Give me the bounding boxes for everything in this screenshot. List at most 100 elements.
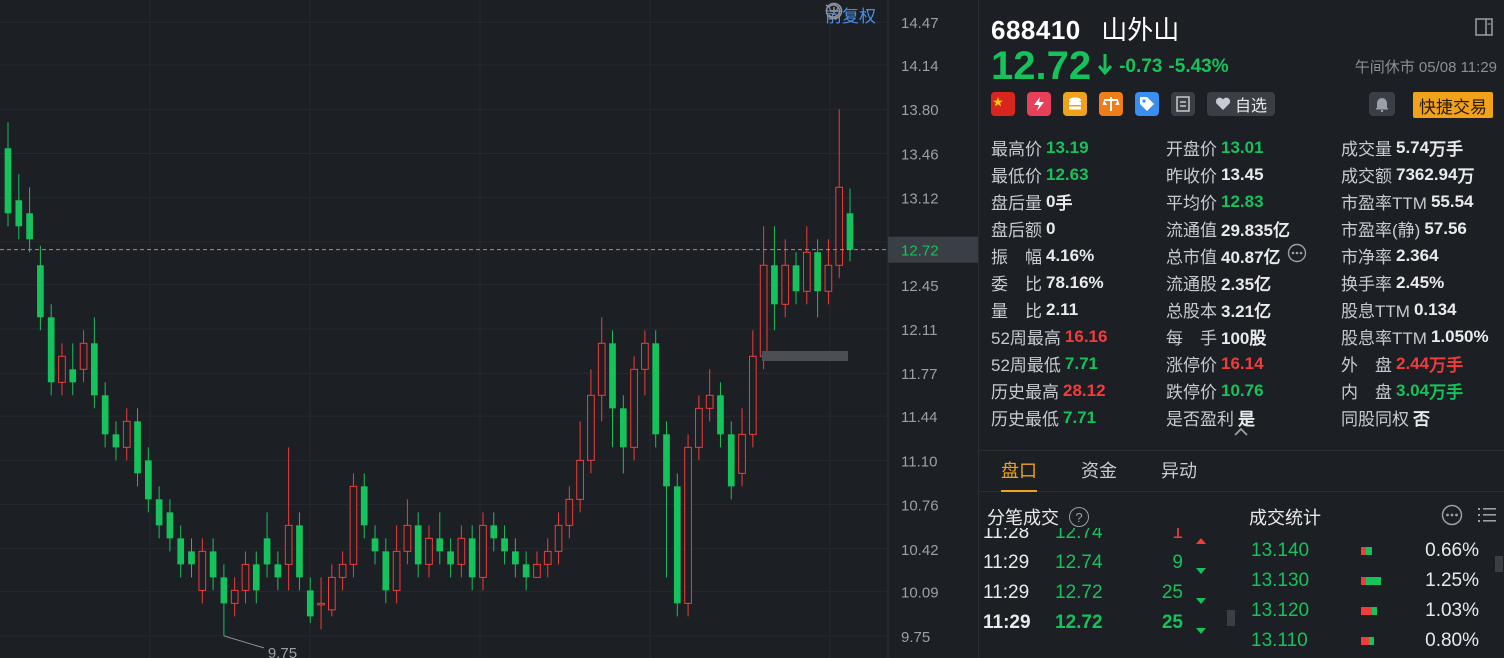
candle-body-up <box>587 394 595 461</box>
china-flag-icon[interactable] <box>991 92 1015 116</box>
stat-label: 历史最低 <box>991 410 1059 429</box>
stat-cell: 昨收价 13.45 <box>1166 162 1341 187</box>
volume-stats-list[interactable]: 13.140 0.66% 13.130 1.25% 13.120 1.03% 13.110 0… <box>1251 538 1491 658</box>
candle-body-down <box>609 343 616 409</box>
y-tick-label: 14.14 <box>901 58 939 75</box>
tag-label-icon[interactable] <box>1135 92 1159 116</box>
stat-label: 外 盘 <box>1341 356 1392 375</box>
bell-icon[interactable] <box>1369 92 1395 116</box>
tick-list[interactable]: 11:28 12.74 1 11:29 12.74 9 11:29 12.72 25 11:29 1… <box>983 528 1219 658</box>
y-tick-label: 11.10 <box>901 453 937 470</box>
stat-cell: 量 比 2.11 <box>991 297 1166 322</box>
candle-body-up <box>576 459 584 500</box>
note-icon[interactable] <box>1171 92 1195 116</box>
help-icon[interactable]: ? <box>1069 507 1089 527</box>
candle-body-down <box>619 408 627 448</box>
scale-icon[interactable] <box>1099 92 1123 116</box>
volstat-pct: 1.25% <box>1425 570 1479 591</box>
kline-svg[interactable]: 14.4714.1413.8013.4613.1212.7812.4512.11… <box>0 0 978 658</box>
stat-label: 每 手 <box>1166 329 1217 348</box>
candle-body-down <box>360 486 368 526</box>
volstat-row: 13.120 1.03% <box>1251 598 1491 628</box>
stat-cell: 成交额 7362.94 万 <box>1341 162 1501 187</box>
volstats-scrollbar[interactable] <box>1495 556 1503 572</box>
stat-label: 跌停价 <box>1166 383 1217 402</box>
stat-value: 否 <box>1413 410 1430 429</box>
candle-body-up <box>695 407 703 448</box>
y-tick-label: 12.11 <box>901 322 937 339</box>
volstat-pct: 0.66% <box>1425 540 1479 561</box>
stat-label: 同股同权 <box>1341 410 1409 429</box>
candle-body-up <box>349 485 358 565</box>
candle-body-down <box>15 200 23 227</box>
volstats-tools <box>1441 504 1497 531</box>
stat-cell: 总市值 40.87亿 <box>1166 243 1341 268</box>
stat-label: 内 盘 <box>1341 383 1392 402</box>
margin-trading-icon[interactable] <box>1063 92 1087 116</box>
stat-label: 历史最高 <box>991 383 1059 402</box>
volstat-row: 13.140 0.66% <box>1251 538 1491 568</box>
candle-body-up <box>824 264 833 292</box>
stat-cell: 流通股 2.35亿 <box>1166 270 1341 295</box>
stat-value: 7.71 <box>1063 407 1097 427</box>
add-watchlist-button[interactable]: 自选 <box>1207 92 1276 116</box>
stat-label: 52周最高 <box>991 329 1061 348</box>
candle-body-up <box>565 498 574 526</box>
stat-row: 历史最高 28.12 跌停价 10.76 内 盘 3.04 万手 <box>991 377 1501 404</box>
candle-body-down <box>47 317 55 383</box>
more-info-icon[interactable] <box>1287 243 1307 268</box>
stock-name: 山外山 <box>1101 15 1180 45</box>
tick-row: 11:29 12.72 25 <box>983 578 1219 608</box>
candle-body-down <box>792 265 800 292</box>
candle-body-down <box>188 551 195 565</box>
candle-body-up <box>425 537 433 565</box>
reset-icon[interactable] <box>825 3 916 24</box>
stat-value: 1.050% <box>1430 326 1489 346</box>
candle-body-up <box>705 394 714 409</box>
tab-2[interactable]: 异动 <box>1139 451 1219 491</box>
stat-unit: 万手 <box>1429 140 1464 159</box>
candle-body-down <box>134 421 141 474</box>
kline-chart[interactable]: 14.4714.1413.8013.4613.1212.7812.4512.11… <box>0 0 978 658</box>
volstat-price: 13.140 <box>1251 540 1310 561</box>
stat-label: 52周最低 <box>991 356 1061 375</box>
hot-concept-icon[interactable] <box>1027 92 1051 116</box>
stat-cell: 历史最低 7.71 <box>991 405 1166 430</box>
stat-cell: 最高价 13.19 <box>991 135 1166 160</box>
stat-value: 0 <box>1046 191 1056 211</box>
tick-scrollbar[interactable] <box>1227 610 1235 626</box>
stat-label: 股息TTM <box>1341 302 1410 321</box>
layout-toggle-icon[interactable] <box>1475 18 1493 41</box>
candle-body-up <box>198 550 207 591</box>
stat-value: 7.71 <box>1064 353 1099 373</box>
candle-body-down <box>468 538 476 578</box>
tick-row: 11:28 12.74 1 <box>983 528 1219 548</box>
candle-body-down <box>177 538 185 565</box>
volstat-row: 13.130 1.25% <box>1251 568 1491 598</box>
stat-label: 市净率 <box>1341 248 1392 267</box>
volstat-price: 13.120 <box>1251 600 1310 621</box>
tab-1[interactable]: 资金 <box>1059 451 1139 491</box>
candle-body-down <box>26 213 33 240</box>
collapse-chevron-icon[interactable] <box>1233 424 1249 442</box>
quote-panel: 688410 山外山 12.72 -0.73 -5.43% 午间休市 05/08… <box>978 0 1504 658</box>
zoom-in-icon[interactable] <box>825 2 968 24</box>
volstat-pct: 0.80% <box>1425 630 1479 651</box>
stat-label: 总股本 <box>1166 302 1217 321</box>
stat-unit: 手 <box>1055 194 1073 213</box>
stat-row: 最低价 12.63 昨收价 13.45 成交额 7362.94 万 <box>991 161 1501 188</box>
tab-0[interactable]: 盘口 <box>979 451 1059 492</box>
candle-body-up <box>403 524 412 552</box>
price-change: -0.73 <box>1119 56 1163 77</box>
candle-body-up <box>543 550 552 565</box>
candle-body-down <box>673 486 681 604</box>
stat-label: 昨收价 <box>1166 167 1217 186</box>
y-tick-label: 10.76 <box>901 498 939 515</box>
candle-body-up <box>748 355 757 435</box>
stat-label: 市盈率(静) <box>1341 221 1421 240</box>
quick-trade-button[interactable]: 快捷交易 <box>1413 92 1493 118</box>
list-view-icon[interactable] <box>1477 506 1497 529</box>
zoom-out-icon[interactable] <box>825 2 942 24</box>
more-options-icon[interactable] <box>1441 504 1463 531</box>
candle-body-down <box>4 148 12 214</box>
